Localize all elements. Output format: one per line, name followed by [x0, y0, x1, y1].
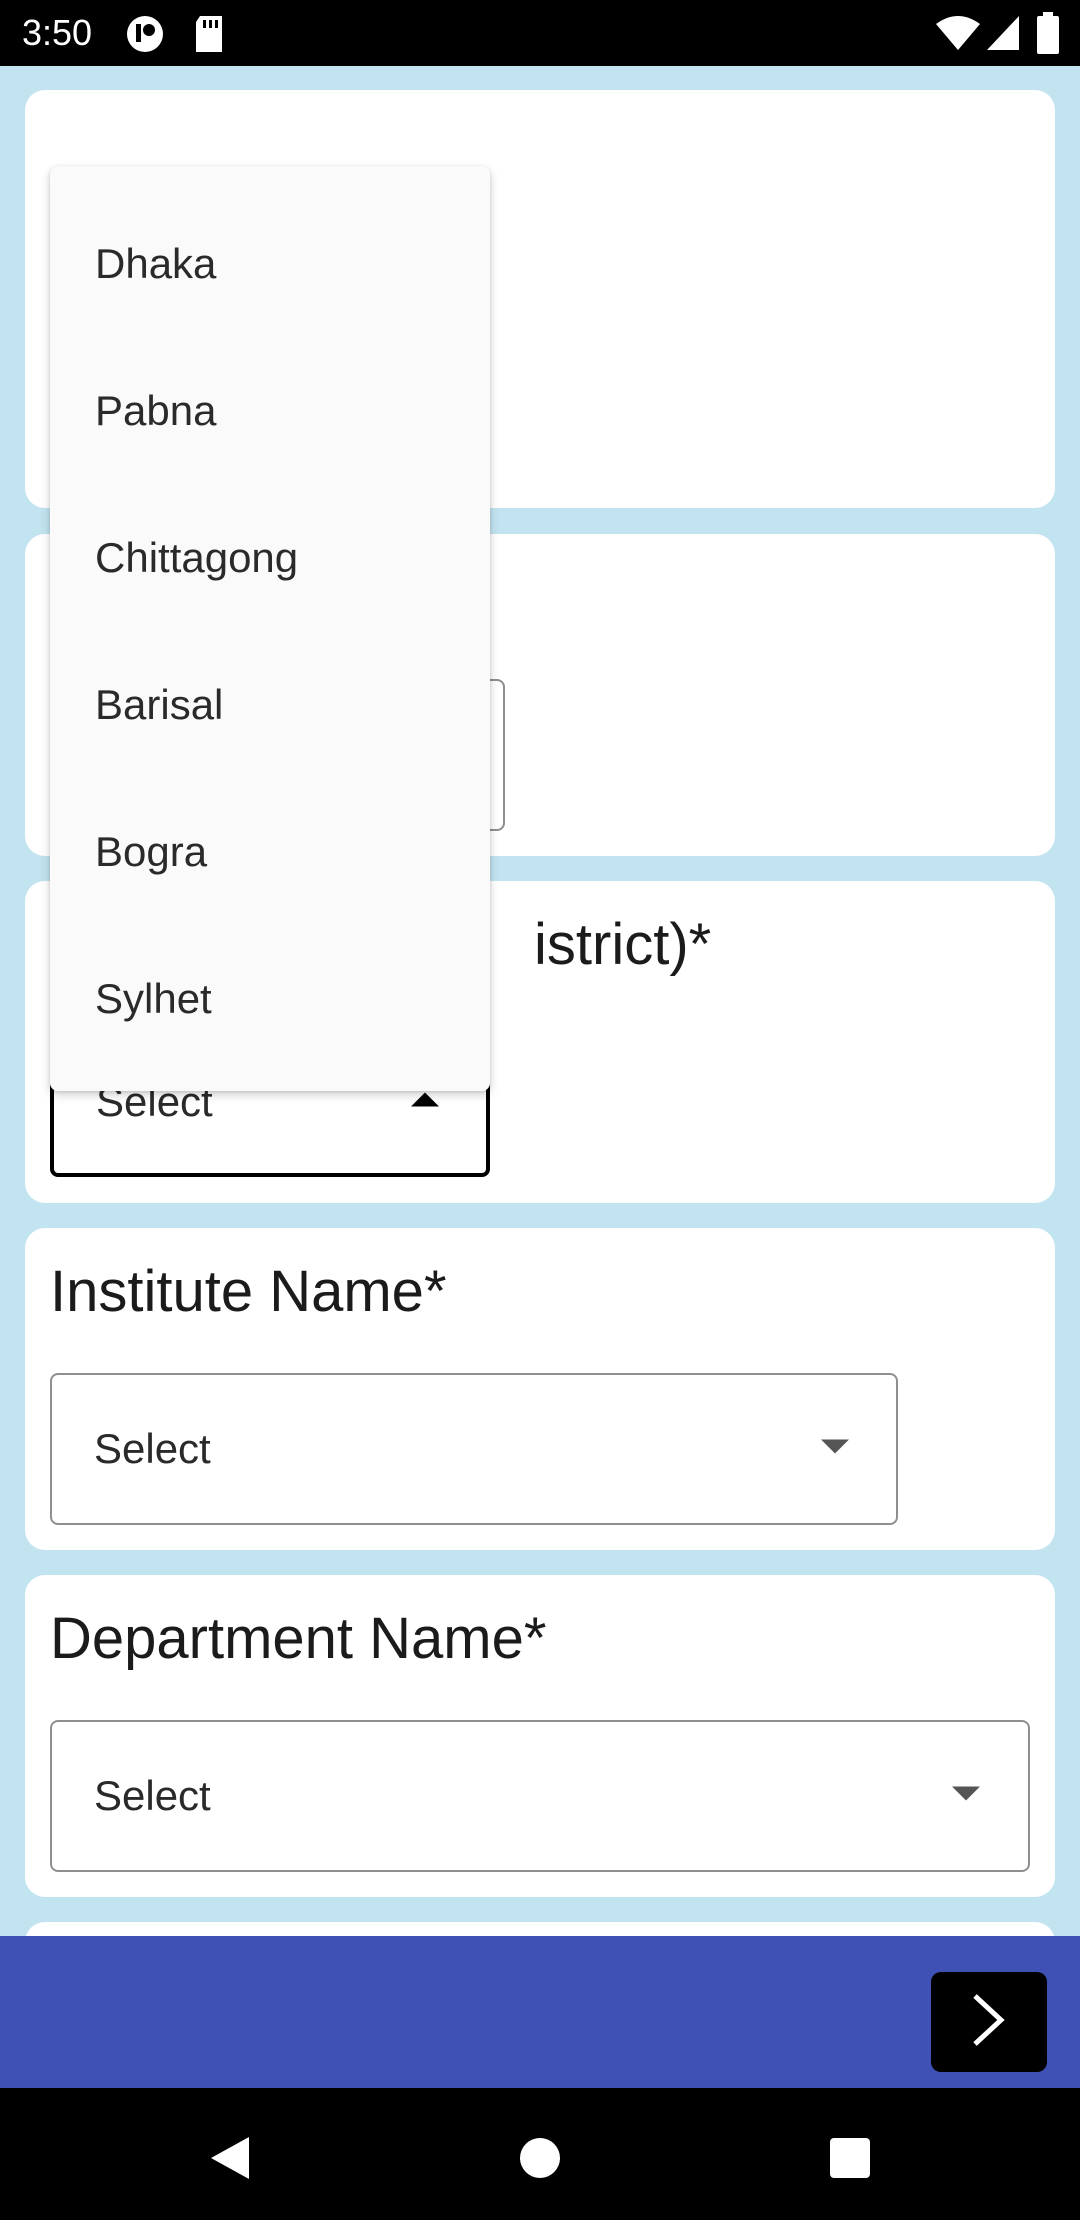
dropdown-item-pabna[interactable]: Pabna [50, 337, 490, 484]
signal-icon [985, 14, 1021, 57]
institute-label: Institute Name* [50, 1259, 447, 1324]
wifi-icon [935, 16, 981, 57]
dropdown-item-barisal[interactable]: Barisal [50, 631, 490, 778]
department-select-value: Select [94, 1772, 211, 1819]
department-label: Department Name* [50, 1606, 547, 1671]
bottom-action-bar [0, 1936, 1080, 2088]
chevron-down-icon [819, 1438, 851, 1461]
institute-select-value: Select [94, 1425, 211, 1472]
dropdown-item-bogra[interactable]: Bogra [50, 778, 490, 925]
form-content[interactable]: istrict)* Select Institute Name* Select … [0, 66, 1080, 1936]
pocket-icon [125, 14, 165, 59]
chevron-down-icon [950, 1785, 982, 1808]
form-card-6 [25, 1922, 1055, 1936]
battery-icon [1036, 12, 1060, 59]
department-select[interactable]: Select [50, 1720, 1030, 1872]
status-time: 3:50 [22, 12, 93, 53]
recents-icon[interactable] [820, 2128, 880, 2188]
back-icon[interactable] [200, 2128, 260, 2188]
next-button[interactable] [931, 1972, 1047, 2072]
district-label: istrict)* [534, 912, 712, 977]
dropdown-item-sylhet[interactable]: Sylhet [50, 925, 490, 1072]
sd-card-icon [192, 14, 226, 59]
dropdown-item-chittagong[interactable]: Chittagong [50, 484, 490, 631]
institute-card: Institute Name* Select [25, 1228, 1055, 1550]
status-bar: 3:50 [0, 0, 1080, 66]
navigation-bar [0, 2088, 1080, 2220]
institute-select[interactable]: Select [50, 1373, 898, 1525]
chevron-right-icon [969, 1992, 1009, 2053]
department-card: Department Name* Select [25, 1575, 1055, 1897]
district-dropdown-menu: Dhaka Pabna Chittagong Barisal Bogra Sylhet [50, 166, 490, 1091]
home-icon[interactable] [510, 2128, 570, 2188]
arrow-up-icon [409, 1090, 441, 1113]
dropdown-item-dhaka[interactable]: Dhaka [50, 190, 490, 337]
